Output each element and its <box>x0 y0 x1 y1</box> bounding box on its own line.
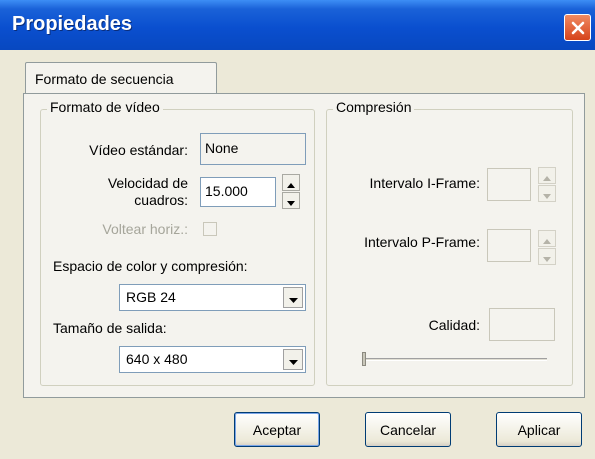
frame-rate-input[interactable]: 15.000 <box>200 177 276 207</box>
color-space-select[interactable]: RGB 24 <box>119 284 306 311</box>
color-space-dropdown-button[interactable] <box>283 287 303 308</box>
quality-slider-track[interactable] <box>362 358 547 361</box>
cancel-button[interactable]: Cancelar <box>365 412 451 447</box>
title-bar[interactable]: Propiedades <box>0 0 595 50</box>
frame-rate-stepper[interactable] <box>282 174 300 209</box>
iframe-interval-label: Intervalo I-Frame: <box>369 175 480 191</box>
frame-rate-down-button[interactable] <box>282 192 300 209</box>
accept-button[interactable]: Aceptar <box>234 412 320 447</box>
chevron-down-icon <box>288 352 298 368</box>
arrow-up-icon <box>543 168 551 184</box>
frame-rate-up-button[interactable] <box>282 174 300 191</box>
video-format-group-title: Formato de vídeo <box>47 99 163 115</box>
arrow-down-icon <box>543 186 551 202</box>
video-standard-field: None <box>200 133 306 165</box>
pframe-down-button[interactable] <box>538 248 556 265</box>
flip-horizontal-label: Voltear horiz.: <box>102 221 188 237</box>
close-icon <box>570 20 586 36</box>
frame-rate-label-line2: cuadros: <box>134 192 188 208</box>
quality-input[interactable] <box>489 308 555 341</box>
arrow-up-icon <box>287 175 295 191</box>
flip-horizontal-checkbox[interactable] <box>203 222 217 236</box>
frame-rate-label-line1: Velocidad de <box>107 175 188 191</box>
close-button[interactable] <box>564 14 591 41</box>
output-size-select[interactable]: 640 x 480 <box>119 346 306 373</box>
pframe-interval-input[interactable] <box>487 229 531 262</box>
arrow-up-icon <box>543 231 551 247</box>
output-size-label: Tamaño de salida: <box>53 320 167 336</box>
iframe-up-button[interactable] <box>538 167 556 184</box>
iframe-interval-stepper[interactable] <box>538 167 556 202</box>
output-size-value: 640 x 480 <box>126 351 188 367</box>
quality-label: Calidad: <box>428 317 480 333</box>
tab-formato-de-secuencia[interactable]: Formato de secuencia <box>25 62 217 94</box>
color-space-value: RGB 24 <box>126 289 176 305</box>
compression-group-title: Compresión <box>333 99 415 115</box>
iframe-interval-input[interactable] <box>487 168 531 201</box>
arrow-down-icon <box>543 249 551 265</box>
apply-button[interactable]: Aplicar <box>496 412 582 447</box>
video-standard-label: Vídeo estándar: <box>89 142 188 158</box>
pframe-interval-label: Intervalo P-Frame: <box>364 234 480 250</box>
pframe-up-button[interactable] <box>538 230 556 247</box>
color-space-label: Espacio de color y compresión: <box>53 258 248 274</box>
quality-slider-thumb[interactable] <box>362 352 366 366</box>
iframe-down-button[interactable] <box>538 185 556 202</box>
arrow-down-icon <box>287 193 295 209</box>
output-size-dropdown-button[interactable] <box>283 349 303 370</box>
window-title: Propiedades <box>12 13 133 35</box>
chevron-down-icon <box>288 290 298 306</box>
pframe-interval-stepper[interactable] <box>538 230 556 265</box>
